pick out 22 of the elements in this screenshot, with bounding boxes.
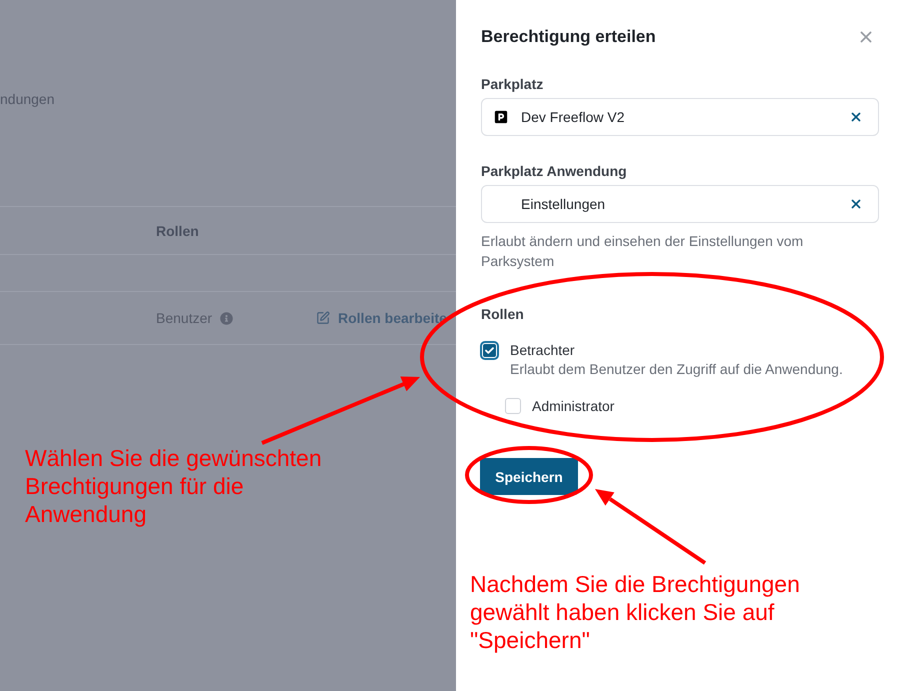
column-header: Rollen bbox=[156, 222, 199, 238]
select-field[interactable]: Einstellungen bbox=[481, 185, 879, 223]
annotation-text: Wählen Sie die gewünschten Brechtigungen für die Anwendung bbox=[25, 444, 323, 528]
role-name: Administrator bbox=[532, 397, 614, 415]
page-heading: ndungen bbox=[0, 90, 55, 108]
edit-icon bbox=[316, 311, 330, 325]
parking-icon bbox=[494, 110, 508, 124]
clear-icon[interactable] bbox=[849, 197, 863, 211]
check-icon bbox=[485, 347, 494, 354]
dialog-title: Berechtigung erteilen bbox=[481, 27, 656, 47]
role-description: Erlaubt dem Benutzer den Zugriff auf die Anwendung. bbox=[510, 360, 843, 379]
clear-icon[interactable] bbox=[849, 110, 863, 124]
select-field[interactable]: Dev Freeflow V2 bbox=[481, 98, 879, 136]
checkbox[interactable] bbox=[480, 341, 499, 360]
role-name: Betrachter bbox=[510, 341, 576, 359]
help-text: Erlaubt ändern und einsehen der Einstellungen vom Parksystem bbox=[481, 232, 804, 271]
field-label: Parkplatz Anwendung bbox=[481, 163, 627, 180]
table-cell: Benutzer bbox=[156, 310, 212, 326]
section-label: Rollen bbox=[481, 306, 524, 323]
annotation-text: Nachdem Sie die Brechtigungen gewählt haben klicken Sie auf "Speichern" bbox=[470, 570, 801, 654]
save-button[interactable]: Speichern bbox=[480, 458, 578, 495]
field-label: Parkplatz bbox=[481, 76, 544, 93]
